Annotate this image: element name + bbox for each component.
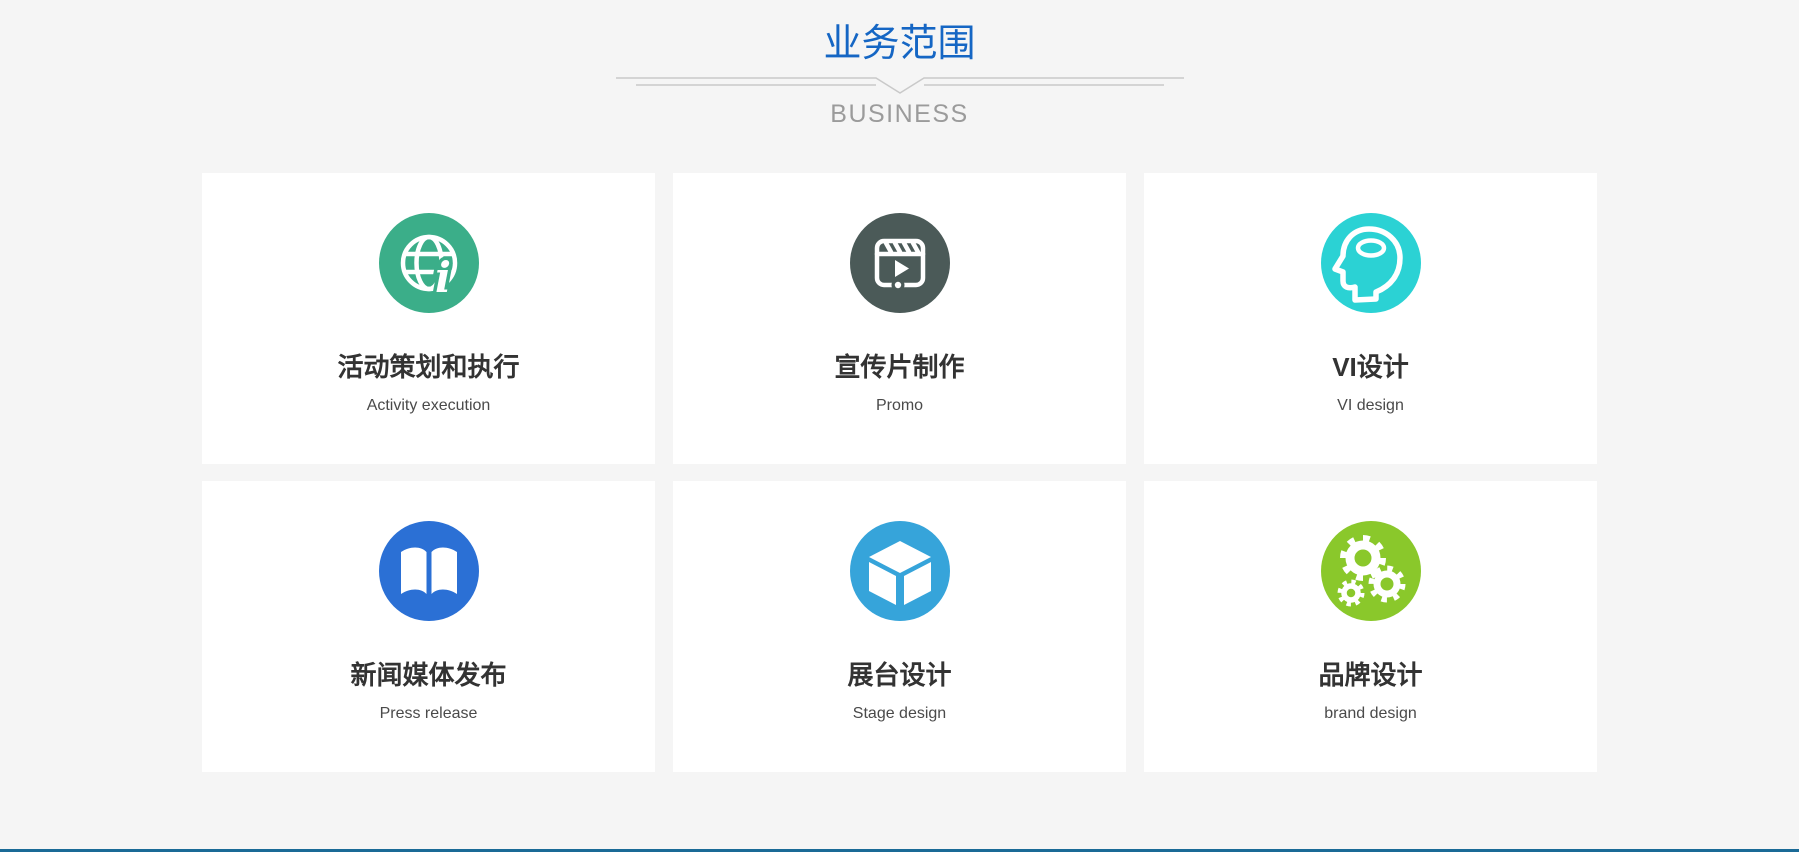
service-title-zh: 新闻媒体发布 [202,655,655,692]
service-title-en: brand design [1144,705,1597,723]
globe-info-icon: i [379,213,479,313]
clapperboard-play-icon [850,213,950,313]
service-card-activity-execution[interactable]: i 活动策划和执行 Activity execution [202,173,655,464]
section-subtitle: BUSINESS [0,100,1799,129]
business-section-header: 业务范围 BUSINESS [0,0,1799,129]
service-title-zh: 宣传片制作 [673,347,1126,384]
open-book-icon [379,521,479,621]
service-title-en: Press release [202,705,655,723]
service-title-en: VI design [1144,397,1597,415]
service-card-stage-design[interactable]: 展台设计 Stage design [673,481,1126,772]
service-title-en: Activity execution [202,397,655,415]
cube-icon [850,521,950,621]
service-card-press-release[interactable]: 新闻媒体发布 Press release [202,481,655,772]
svg-text:i: i [435,253,451,302]
service-card-promo[interactable]: 宣传片制作 Promo [673,173,1126,464]
page-title: 业务范围 [0,22,1799,68]
service-title-en: Promo [673,397,1126,415]
services-grid: i 活动策划和执行 Activity execution 宣传片制作 Promo [202,173,1597,772]
service-title-zh: 活动策划和执行 [202,347,655,384]
divider-chevron-line [614,72,1186,96]
service-title-zh: 品牌设计 [1144,655,1597,692]
service-title-zh: VI设计 [1144,347,1597,384]
gears-icon [1321,521,1421,621]
service-card-vi-design[interactable]: VI设计 VI design [1144,173,1597,464]
service-title-zh: 展台设计 [673,655,1126,692]
service-title-en: Stage design [673,705,1126,723]
head-profile-icon [1321,213,1421,313]
service-card-brand-design[interactable]: 品牌设计 brand design [1144,481,1597,772]
